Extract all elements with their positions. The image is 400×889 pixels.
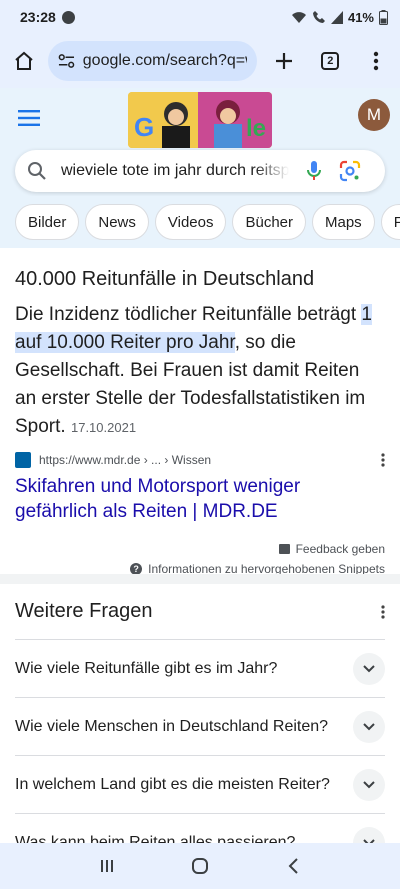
paa-question-text: Wie viele Reitunfälle gibt es im Jahr? xyxy=(15,659,278,677)
snippet-text-before: Die Inzidenz tödlicher Reitunfälle beträ… xyxy=(15,304,362,325)
people-also-ask: Weitere Fragen Wie viele Reitunfälle gib… xyxy=(0,584,400,844)
snippet-date: 17.10.2021 xyxy=(70,420,137,435)
messenger-icon xyxy=(61,10,75,24)
signal-icon xyxy=(330,10,343,24)
google-header: G le M xyxy=(0,88,400,150)
lens-search-button[interactable] xyxy=(339,160,361,182)
svg-text:le: le xyxy=(246,115,266,142)
chip-buecher[interactable]: Bücher xyxy=(232,204,306,240)
doodle-illustration: G le xyxy=(128,92,272,148)
expand-button[interactable] xyxy=(353,710,385,743)
chip-videos[interactable]: Videos xyxy=(154,204,227,240)
section-divider xyxy=(0,574,400,584)
call-icon xyxy=(312,11,325,23)
search-box[interactable]: wieviele tote im jahr durch reitsport xyxy=(15,150,385,192)
browser-menu-button[interactable] xyxy=(362,47,390,75)
paa-question[interactable]: In welchem Land gibt es die meisten Reit… xyxy=(15,755,385,813)
vertical-dots-icon xyxy=(381,452,385,467)
paa-question[interactable]: Wie viele Menschen in Deutschland Reiten… xyxy=(15,697,385,755)
result-more-icon[interactable] xyxy=(381,452,385,468)
chip-bilder[interactable]: Bilder xyxy=(15,204,80,240)
browser-toolbar: google.com/search?q=w 2 xyxy=(0,34,400,88)
snippet-body: Die Inzidenz tödlicher Reitunfälle beträ… xyxy=(15,301,385,442)
home-button[interactable] xyxy=(10,47,38,75)
url-bar[interactable]: google.com/search?q=w xyxy=(47,41,257,81)
feedback-icon xyxy=(278,544,290,554)
wifi-icon xyxy=(291,11,306,23)
back-button[interactable] xyxy=(281,854,305,878)
status-left: 23:28 xyxy=(20,9,75,25)
recents-button[interactable] xyxy=(95,854,119,878)
featured-snippet: 40.000 Reitunfälle in Deutschland Die In… xyxy=(0,248,400,578)
voice-search-button[interactable] xyxy=(303,160,325,182)
snippet-source[interactable]: https://www.mdr.de › ... › Wissen xyxy=(15,452,385,468)
mic-icon xyxy=(307,161,321,180)
paa-more-icon[interactable] xyxy=(381,604,385,619)
home-icon xyxy=(15,51,33,70)
expand-button[interactable] xyxy=(353,652,385,685)
paa-list: Wie viele Reitunfälle gibt es im Jahr? W… xyxy=(15,639,385,844)
google-doodle[interactable]: G le xyxy=(128,92,272,148)
back-icon xyxy=(288,858,299,874)
chevron-down-icon xyxy=(363,722,375,730)
feedback-link[interactable]: Feedback geben xyxy=(296,542,385,556)
mdr-favicon-icon xyxy=(15,452,31,468)
chip-news[interactable]: News xyxy=(85,204,149,240)
tabs-icon: 2 xyxy=(321,52,340,70)
snippet-result-link[interactable]: Skifahren und Motorsport weniger gefährl… xyxy=(15,474,385,524)
battery-icon xyxy=(379,9,388,25)
hamburger-menu-icon[interactable] xyxy=(18,110,40,126)
new-tab-icon xyxy=(276,53,293,69)
chip-fluege[interactable]: Flüge xyxy=(380,204,400,240)
paa-question[interactable]: Wie viele Reitunfälle gibt es im Jahr? xyxy=(15,639,385,697)
tabs-button[interactable]: 2 xyxy=(316,47,344,75)
status-bar: 23:28 41% xyxy=(0,0,400,34)
source-url: https://www.mdr.de › ... › Wissen xyxy=(39,453,212,467)
url-text: google.com/search?q=w xyxy=(82,52,247,69)
snippet-title: 40.000 Reitunfälle in Deutschland xyxy=(15,268,315,290)
google-lens-icon xyxy=(339,160,361,182)
paa-title: Weitere Fragen xyxy=(15,600,153,622)
search-icon xyxy=(28,162,46,180)
svg-text:G: G xyxy=(134,112,154,142)
chip-maps[interactable]: Maps xyxy=(312,204,375,240)
feedback-row[interactable]: Feedback geben xyxy=(15,542,385,556)
battery-percent: 41% xyxy=(347,9,374,25)
expand-button[interactable] xyxy=(353,768,385,801)
home-nav-button[interactable] xyxy=(188,854,212,878)
home-nav-icon xyxy=(191,858,208,874)
paa-question-text: Wie viele Menschen in Deutschland Reiten… xyxy=(15,717,329,735)
paa-header: Weitere Fragen xyxy=(15,600,385,623)
search-filter-chips: Bilder News Videos Bücher Maps Flüge xyxy=(0,196,400,248)
new-tab-button[interactable] xyxy=(271,47,299,75)
status-time: 23:28 xyxy=(20,9,56,25)
status-right: 41% xyxy=(291,9,388,25)
system-navigation-bar xyxy=(0,843,400,889)
site-settings-icon[interactable] xyxy=(58,53,75,69)
chevron-down-icon xyxy=(363,664,375,672)
paa-question[interactable]: Was kann beim Reiten alles passieren? xyxy=(15,813,385,844)
chevron-down-icon xyxy=(363,780,375,788)
search-input[interactable]: wieviele tote im jahr durch reitsport xyxy=(61,162,289,180)
paa-question-text: In welchem Land gibt es die meisten Reit… xyxy=(15,775,330,793)
expand-button[interactable] xyxy=(353,826,385,844)
account-avatar[interactable]: M xyxy=(358,99,390,131)
search-area: wieviele tote im jahr durch reitsport xyxy=(0,150,400,196)
more-icon xyxy=(373,51,379,71)
recents-icon xyxy=(100,860,113,872)
